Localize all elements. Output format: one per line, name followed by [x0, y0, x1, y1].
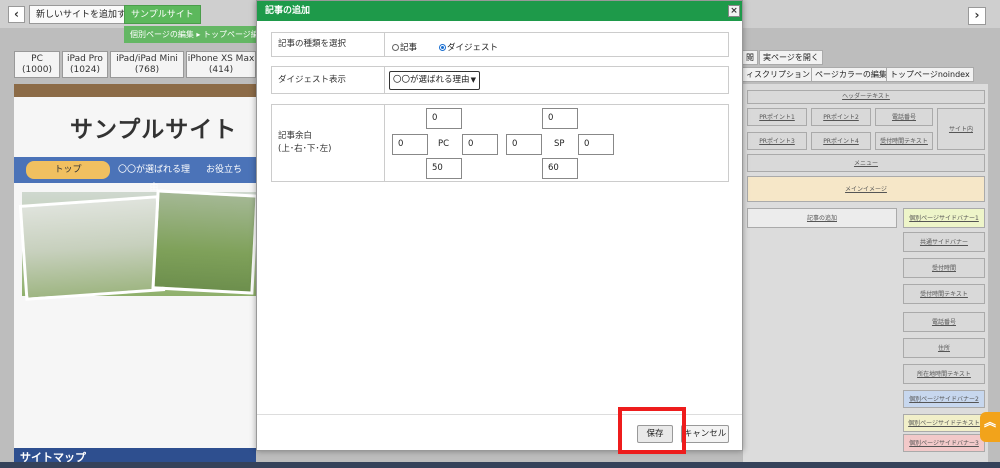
layout-pr2[interactable]: PRポイント2 — [811, 108, 871, 126]
margin-label-title: 記事余白 — [278, 131, 313, 141]
scroll-top-icon[interactable]: ︽ — [980, 412, 1000, 442]
layout-add-article[interactable]: 記事の追加 — [747, 208, 897, 228]
device-name: PC — [31, 54, 43, 64]
layout-reception-time[interactable]: 受付時間 — [903, 258, 985, 278]
digest-display-row: ダイジェスト表示 〇〇が選ばれる理由 ▼ — [271, 66, 729, 94]
device-width: (414) — [208, 65, 234, 75]
tab-open-page[interactable]: 実ページを開く — [759, 50, 823, 65]
radio-digest-label[interactable]: ダイジェスト — [447, 41, 498, 53]
layout-reception-text2[interactable]: 受付時間テキスト — [903, 284, 985, 304]
layout-pr4[interactable]: PRポイント4 — [811, 132, 871, 150]
chevron-left-icon[interactable]: ‹ — [8, 6, 25, 23]
article-margin-label: 記事余白 (上･右･下･左) — [272, 105, 385, 181]
layout-pr3[interactable]: PRポイント3 — [747, 132, 807, 150]
site-preview: サンプルサイト トップ 〇〇が選ばれる理由 お役立ち サイトマップ — [14, 84, 259, 468]
layout-main-image[interactable]: メインイメージ — [747, 176, 985, 202]
device-tab-ipad-mini[interactable]: iPad/iPad Mini (768) — [110, 51, 184, 78]
breadcrumb[interactable]: 個別ページの編集 ▸ トップページ編 — [124, 26, 256, 43]
layout-header-text[interactable]: ヘッダーテキスト — [747, 90, 985, 104]
add-article-dialog: 記事の追加 × 記事の種類を選択 記事 ダイジェスト ダイジェスト表示 〇〇が選… — [256, 0, 743, 451]
layout-pr1[interactable]: PRポイント1 — [747, 108, 807, 126]
taskbar-strip — [0, 462, 1000, 468]
layout-side-banner3[interactable]: 個別ページサイドバナー3 — [903, 434, 985, 452]
hero-photo-right — [151, 189, 259, 295]
digest-display-label: ダイジェスト表示 — [272, 67, 385, 93]
pc-margin-top-input[interactable]: 0 — [426, 108, 462, 129]
layout-sub-reception[interactable]: 所在地時間テキスト — [903, 364, 985, 384]
article-type-radios: 記事 ダイジェスト — [392, 41, 520, 53]
device-tab-ipad-pro[interactable]: iPad Pro (1024) — [62, 51, 108, 78]
pc-margin-label: PC — [438, 139, 450, 149]
radio-digest[interactable] — [439, 43, 447, 51]
radio-article[interactable] — [392, 43, 399, 51]
sp-margin-top-input[interactable]: 0 — [542, 108, 578, 129]
preview-site-title: サンプルサイト — [70, 117, 238, 143]
device-width: (1024) — [70, 65, 100, 75]
hero-photo-left — [18, 195, 166, 301]
article-type-row: 記事の種類を選択 記事 ダイジェスト — [271, 32, 729, 57]
sp-margin-left-input[interactable]: 0 — [506, 134, 542, 155]
layout-reception-text[interactable]: 受付時間テキスト — [875, 132, 933, 150]
layout-menu[interactable]: メニュー — [747, 154, 985, 172]
article-type-label: 記事の種類を選択 — [272, 33, 385, 56]
sp-margin-right-input[interactable]: 0 — [578, 134, 614, 155]
chevron-right-icon[interactable]: › — [968, 7, 986, 25]
cancel-button[interactable]: キャンセル — [681, 425, 729, 443]
device-width: (1000) — [22, 65, 52, 75]
hero-image — [18, 189, 259, 301]
sp-margin-label: SP — [554, 139, 565, 149]
device-tab-pc[interactable]: PC (1000) — [14, 51, 60, 78]
layout-common-banner[interactable]: 共通サイドバナー — [903, 232, 985, 252]
pc-margin-left-input[interactable]: 0 — [392, 134, 428, 155]
radio-article-label[interactable]: 記事 — [400, 41, 417, 53]
article-margin-row: 記事余白 (上･右･下･左) 0 0 PC 0 50 0 0 SP 0 60 — [271, 104, 729, 182]
layout-side-banner1[interactable]: 個別ページサイドバナー1 — [903, 208, 985, 228]
preview-nav: トップ 〇〇が選ばれる理由 お役立ち — [14, 157, 256, 193]
device-name: iPad/iPad Mini — [116, 54, 178, 64]
digest-select[interactable]: 〇〇が選ばれる理由 ▼ — [389, 71, 480, 90]
tab-noindex[interactable]: トップページnoindex — [886, 67, 974, 82]
header-stripe — [14, 84, 256, 97]
dialog-title: 記事の追加 — [257, 1, 742, 21]
site-tab[interactable]: サンプルサイト — [124, 5, 201, 24]
tab-page-color[interactable]: ページカラーの編集 — [811, 67, 891, 82]
chevron-down-icon: ▼ — [470, 76, 476, 84]
layout-panel: ヘッダーテキスト PRポイント1 PRポイント2 電話番号 サイト内 PRポイン… — [742, 84, 988, 468]
pc-margin-right-input[interactable]: 0 — [462, 134, 498, 155]
save-highlight-box — [618, 407, 686, 454]
layout-site-id[interactable]: サイト内 — [937, 108, 985, 150]
tab-close-partial[interactable]: 閲 — [742, 50, 758, 65]
layout-phone2[interactable]: 電話番号 — [903, 312, 985, 332]
layout-side-text[interactable]: 個別ページサイドテキスト — [903, 414, 985, 432]
sp-margin-bottom-input[interactable]: 60 — [542, 158, 578, 179]
layout-address[interactable]: 住所 — [903, 338, 985, 358]
margin-label-hint: (上･右･下･左) — [278, 144, 332, 154]
preview-nav-item[interactable]: トップ — [26, 161, 110, 179]
close-icon[interactable]: × — [728, 5, 740, 17]
pc-margin-bottom-input[interactable]: 50 — [426, 158, 462, 179]
device-name: iPhone XS Max — [187, 54, 255, 64]
digest-select-value: 〇〇が選ばれる理由 — [393, 75, 470, 85]
tab-description[interactable]: ィスクリプション — [742, 67, 814, 82]
preview-nav-item[interactable]: お役立ち — [206, 161, 256, 179]
device-width: (768) — [134, 65, 160, 75]
layout-side-banner2[interactable]: 個別ページサイドバナー2 — [903, 390, 985, 408]
device-name: iPad Pro — [67, 54, 103, 64]
preview-nav-item[interactable]: 〇〇が選ばれる理由 — [114, 161, 194, 193]
layout-phone[interactable]: 電話番号 — [875, 108, 933, 126]
device-tab-iphone[interactable]: iPhone XS Max (414) — [186, 51, 256, 78]
